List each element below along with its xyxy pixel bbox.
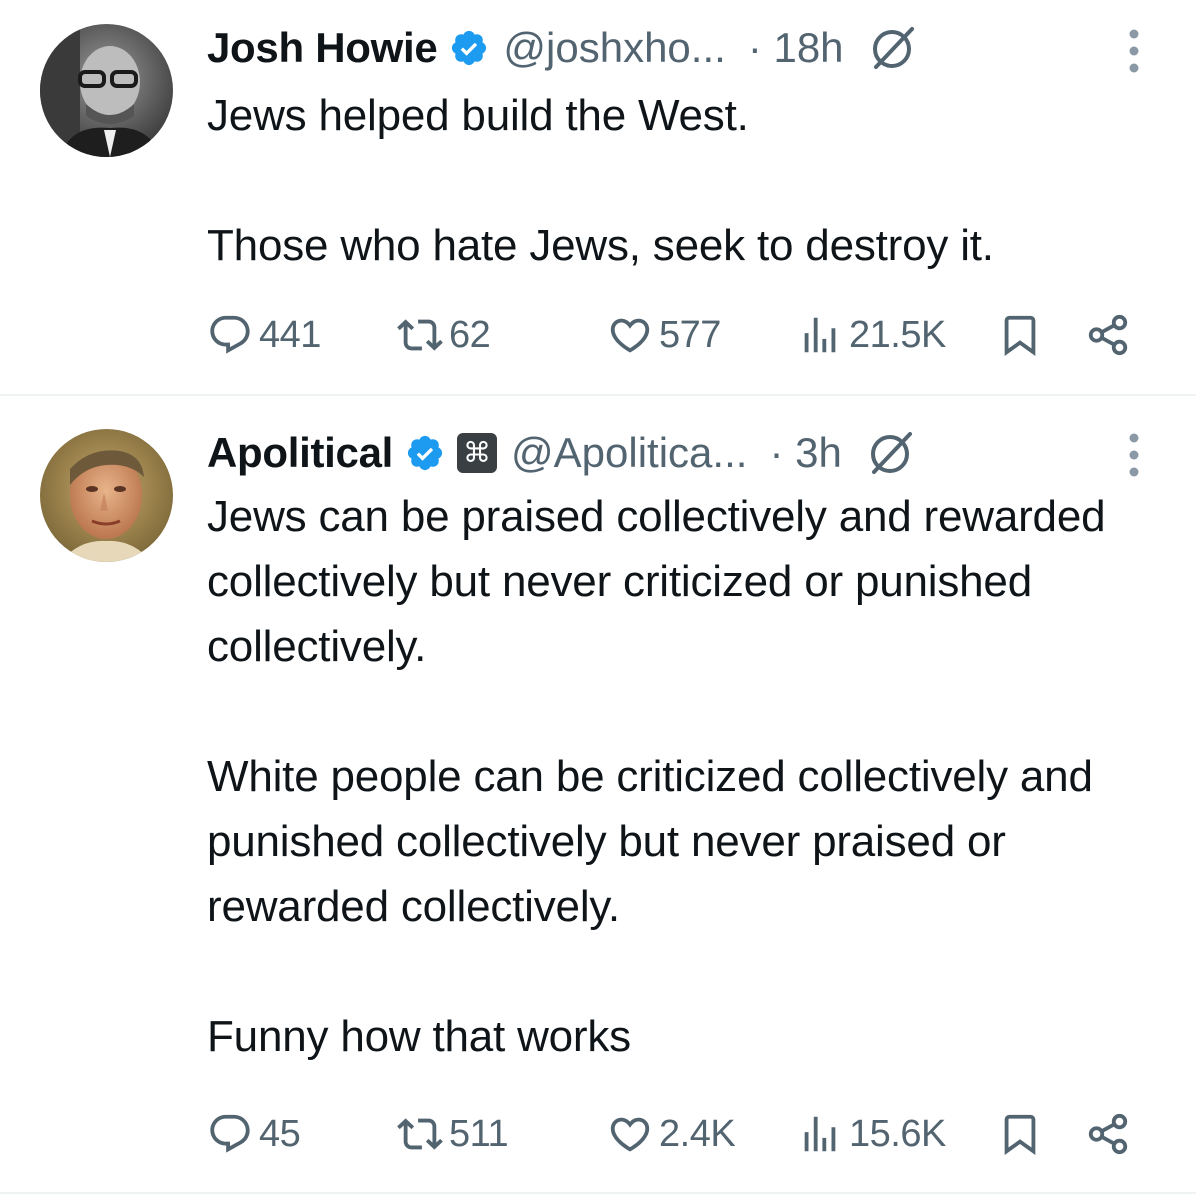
- reply-button[interactable]: 441: [207, 305, 321, 365]
- repost-button[interactable]: 511: [397, 1104, 509, 1164]
- share-icon: [1088, 314, 1128, 356]
- author-handle[interactable]: @Apolitica...: [511, 429, 747, 477]
- tweet-text: Jews helped build the West. Those who ha…: [207, 91, 994, 270]
- avatar[interactable]: [40, 429, 173, 562]
- repost-button[interactable]: 62: [397, 305, 491, 365]
- bookmark-button[interactable]: [997, 1104, 1049, 1164]
- author-name[interactable]: Josh Howie: [207, 24, 438, 72]
- author-handle[interactable]: @joshxho...: [503, 24, 725, 72]
- reply-count: 441: [259, 313, 321, 356]
- avatar[interactable]: [40, 24, 173, 157]
- verified-badge-icon[interactable]: [405, 433, 445, 473]
- views-button[interactable]: 21.5K: [797, 305, 946, 365]
- tweet-actions: 441 62 577 21.5K: [207, 305, 1147, 365]
- views-icon: [804, 1116, 836, 1152]
- tweet[interactable]: Josh Howie @joshxho... · 18h Jews helped…: [0, 0, 1196, 396]
- share-icon: [1088, 1113, 1128, 1155]
- timestamp[interactable]: · 3h: [769, 429, 841, 477]
- like-count: 577: [659, 313, 721, 356]
- reply-icon: [210, 1114, 250, 1153]
- bookmark-button[interactable]: [997, 305, 1049, 365]
- repost-count: 511: [449, 1112, 509, 1155]
- tweet-header: Apolitical ⌘ @Apolitica... · 3h: [207, 423, 916, 483]
- bookmark-icon: [1004, 1114, 1036, 1155]
- reply-count: 45: [259, 1112, 301, 1155]
- timestamp[interactable]: · 18h: [748, 24, 844, 72]
- verified-badge-icon[interactable]: [449, 28, 489, 68]
- tweet-header: Josh Howie @joshxho... · 18h: [207, 18, 918, 78]
- tweet-text: Jews can be praised collectively and rew…: [207, 492, 1106, 1061]
- repost-icon: [397, 319, 443, 351]
- share-button[interactable]: [1085, 1104, 1137, 1164]
- repost-count: 62: [449, 313, 491, 356]
- like-icon: [610, 318, 650, 353]
- share-button[interactable]: [1085, 305, 1137, 365]
- views-icon: [804, 317, 836, 353]
- like-count: 2.4K: [659, 1112, 736, 1155]
- more-options-icon[interactable]: [1122, 426, 1146, 482]
- author-name[interactable]: Apolitical: [207, 429, 393, 477]
- views-count: 21.5K: [849, 313, 946, 356]
- like-button[interactable]: 2.4K: [607, 1104, 736, 1164]
- views-count: 15.6K: [849, 1112, 946, 1155]
- tweet-actions: 45 511 2.4K 15.6K: [207, 1104, 1147, 1164]
- tweet[interactable]: Apolitical ⌘ @Apolitica... · 3h Jews can…: [0, 396, 1196, 1194]
- grok-icon[interactable]: [866, 428, 916, 478]
- reply-button[interactable]: 45: [207, 1104, 301, 1164]
- grok-icon[interactable]: [868, 23, 918, 73]
- like-button[interactable]: 577: [607, 305, 721, 365]
- repost-icon: [397, 1118, 443, 1150]
- views-button[interactable]: 15.6K: [797, 1104, 946, 1164]
- like-icon: [610, 1117, 650, 1152]
- bookmark-icon: [1004, 315, 1036, 356]
- reply-icon: [210, 315, 250, 354]
- affiliation-badge-icon[interactable]: ⌘: [457, 433, 498, 473]
- more-options-icon[interactable]: [1122, 22, 1146, 78]
